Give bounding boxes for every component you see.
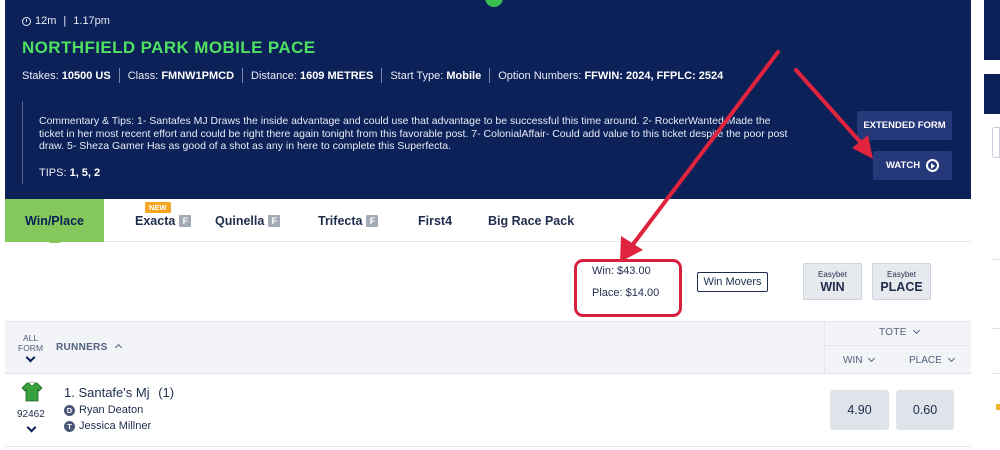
annotation-arrows (620, 50, 873, 262)
arrow-head (620, 236, 643, 262)
arrow-to-pool (629, 50, 780, 249)
arrow-to-watch (794, 68, 864, 146)
page: 12m | 1.17pm NORTHFIELD PARK MOBILE PACE… (0, 0, 1000, 450)
